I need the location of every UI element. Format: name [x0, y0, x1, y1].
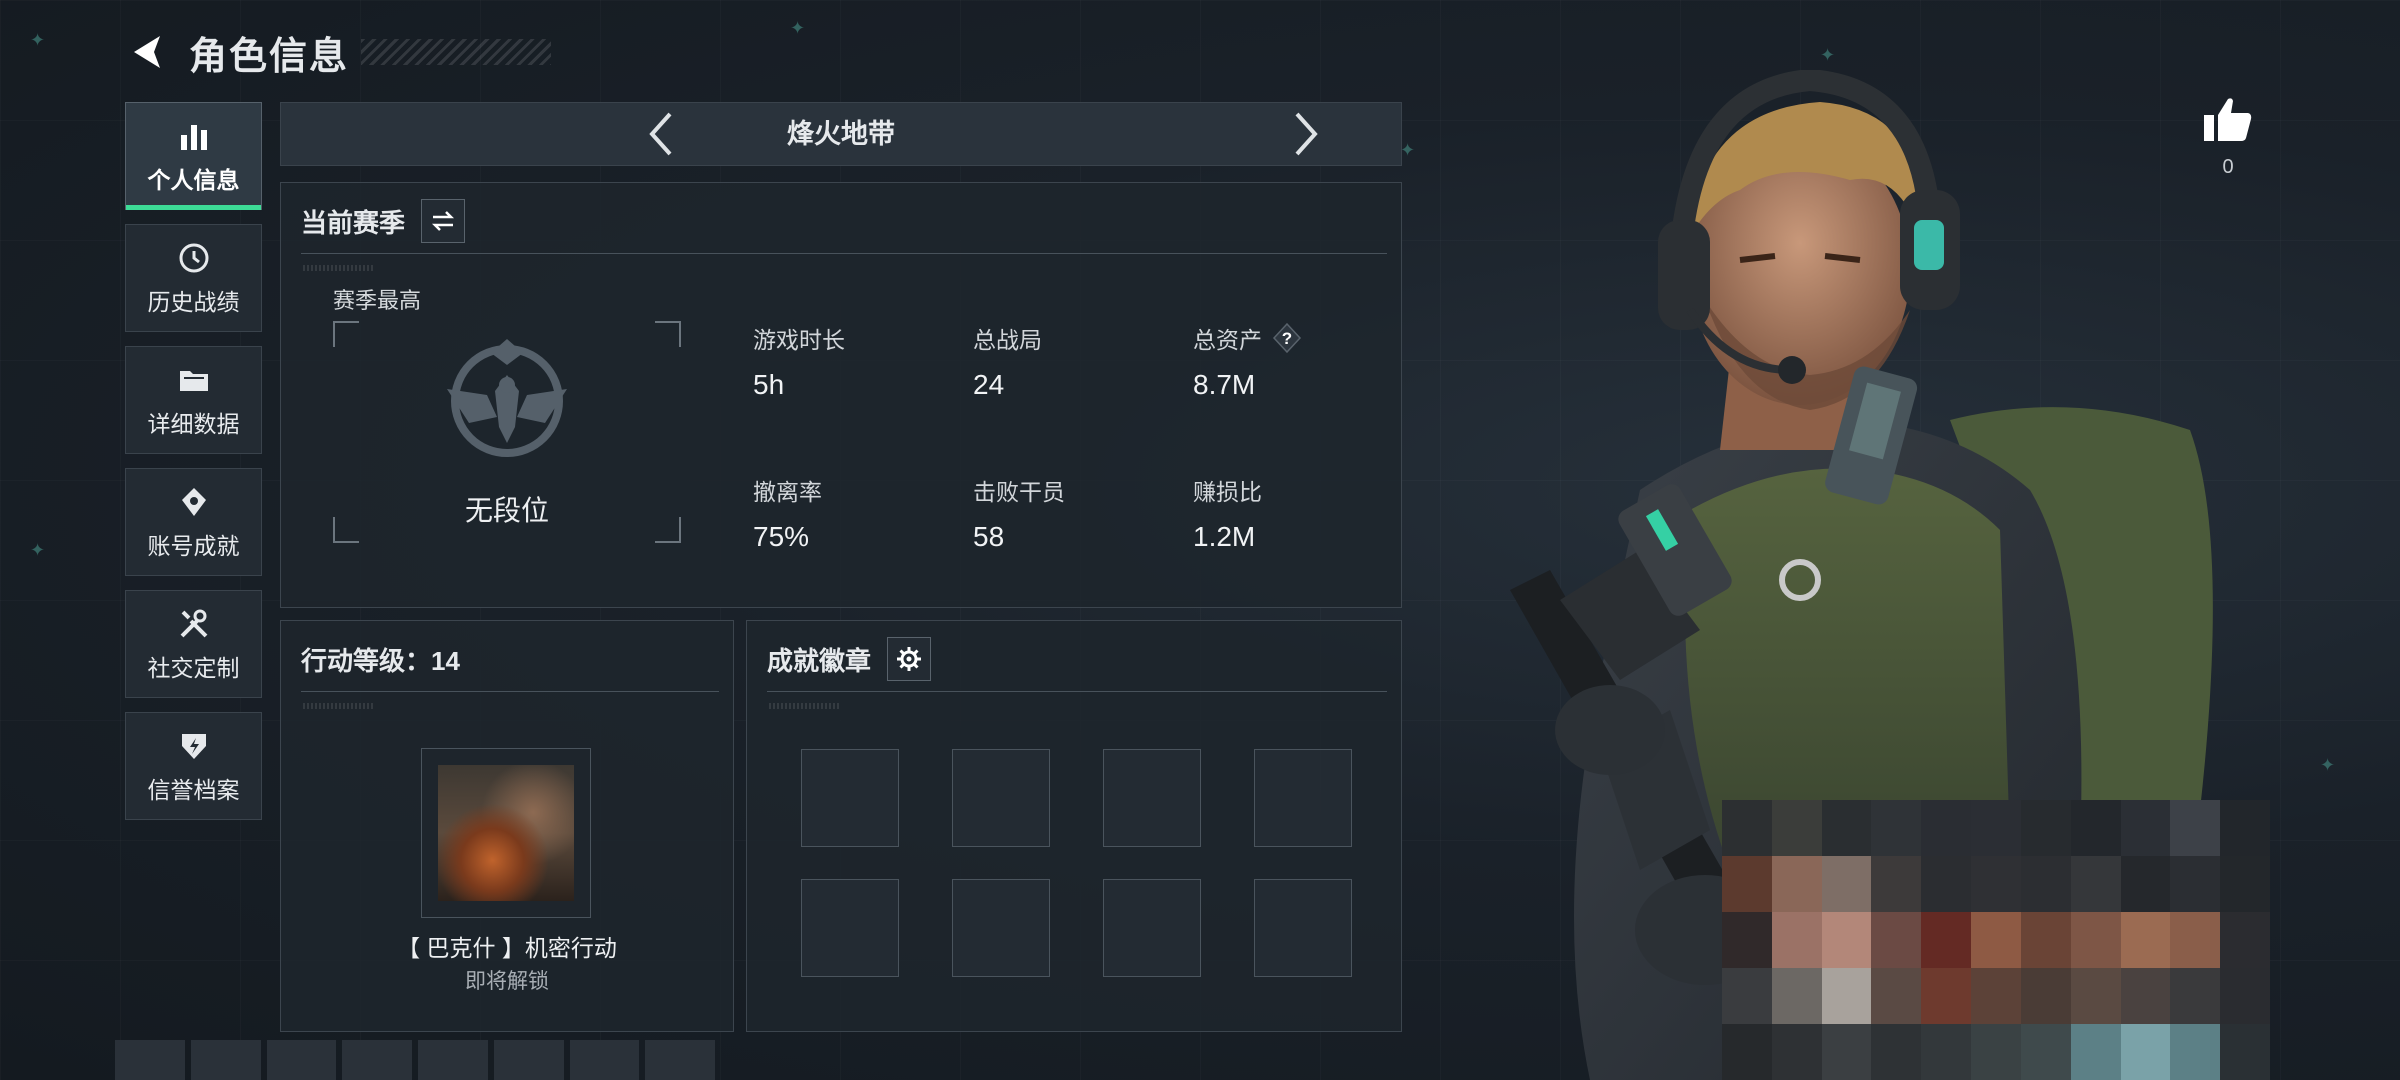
stat-value: 5h — [753, 369, 785, 400]
sparkle-decoration: ✦ — [1820, 45, 1836, 65]
sparkle-decoration: ✦ — [790, 18, 806, 38]
stat-value: 58 — [973, 521, 1005, 552]
pixelated-region — [1722, 800, 2270, 1080]
swap-icon — [431, 211, 455, 231]
divider — [301, 253, 1387, 254]
stat-extraction-rate: 撤离率 75% — [753, 473, 953, 553]
stat-label: 撤离率 — [753, 479, 822, 505]
mode-selector: 烽火地带 — [280, 102, 1402, 166]
back-button[interactable] — [125, 29, 171, 75]
frame-corner — [655, 321, 681, 347]
page-title: 角色信息 — [189, 35, 350, 78]
sidebar-item-label: 详细数据 — [147, 411, 240, 437]
stat-value: 75% — [753, 521, 810, 552]
badge-slot[interactable] — [801, 879, 899, 977]
chevron-left-icon — [649, 112, 672, 156]
operation-name: 【 巴克什 】机密行动 — [397, 935, 617, 961]
badge-settings-button[interactable] — [887, 637, 932, 681]
back-arrow-icon — [134, 36, 160, 68]
history-icon — [175, 239, 213, 277]
sidebar-item-social[interactable]: 社交定制 — [125, 590, 262, 698]
operation-thumbnail[interactable] — [421, 748, 591, 918]
stat-label: 总资产 — [1193, 327, 1262, 353]
sparkle-decoration: ✦ — [30, 30, 46, 50]
stat-label: 总战局 — [973, 327, 1042, 353]
badge-slot[interactable] — [801, 749, 899, 847]
badges-header: 成就徽章 — [767, 637, 932, 681]
frame-corner — [333, 321, 359, 347]
sidebar-item-personal-info[interactable]: 个人信息 — [125, 102, 262, 210]
sidebar-item-credit[interactable]: 信誉档案 — [125, 712, 262, 820]
achievement-icon — [175, 483, 213, 521]
mode-title: 烽火地带 — [787, 119, 895, 149]
sidebar-item-label: 历史战绩 — [147, 289, 240, 315]
stat-label: 击败干员 — [973, 479, 1065, 505]
bar-chart-icon — [175, 117, 213, 155]
sidebar-item-achievements[interactable]: 账号成就 — [125, 468, 262, 576]
sidebar-item-history[interactable]: 历史战绩 — [125, 224, 262, 332]
decorative-text — [303, 265, 373, 271]
operation-status: 即将解锁 — [465, 970, 549, 993]
sidebar: 个人信息 历史战绩 详细数据 账号成就 社交定制 信誉档案 — [125, 102, 262, 834]
badge-slot[interactable] — [952, 879, 1050, 977]
page-header: 角色信息 — [125, 22, 552, 82]
tools-icon — [175, 605, 213, 643]
pixelated-footer — [115, 1040, 715, 1080]
operation-image — [438, 765, 574, 901]
divider — [301, 691, 719, 692]
decorative-text — [303, 703, 373, 709]
sparkle-decoration: ✦ — [30, 540, 46, 560]
sidebar-item-label: 信誉档案 — [147, 777, 240, 803]
stat-total-matches: 总战局 24 — [973, 321, 1173, 401]
season-panel: 当前赛季 赛季最高 无段位 游戏时长 5h 总战局 24 总资产 ? 8.7M … — [280, 182, 1402, 608]
credit-icon — [175, 727, 213, 765]
operations-header: 行动等级：14 — [301, 637, 460, 681]
switch-season-button[interactable] — [421, 199, 466, 243]
operations-panel: 行动等级：14 【 巴克什 】机密行动 即将解锁 — [280, 620, 734, 1032]
season-heading: 当前赛季 — [301, 207, 406, 238]
sidebar-item-label: 账号成就 — [147, 533, 240, 559]
badge-slot[interactable] — [952, 749, 1050, 847]
sparkle-decoration: ✦ — [2320, 755, 2336, 775]
rank-emblem-icon — [447, 339, 567, 457]
thumbs-up-icon — [2204, 98, 2252, 141]
badge-slot[interactable] — [1103, 879, 1201, 977]
stat-label: 游戏时长 — [753, 327, 845, 353]
stat-playtime: 游戏时长 5h — [753, 321, 953, 401]
folder-icon — [175, 361, 213, 399]
help-icon[interactable]: ? — [1272, 323, 1302, 353]
sidebar-item-label: 个人信息 — [147, 167, 240, 193]
decorative-text — [769, 703, 839, 709]
badge-slot[interactable] — [1103, 749, 1201, 847]
rank-label: 无段位 — [464, 495, 549, 526]
operations-level: 行动等级：14 — [301, 645, 460, 676]
divider — [767, 691, 1387, 692]
like-count: 0 — [2222, 156, 2234, 178]
gear-icon — [897, 647, 922, 671]
title-decoration — [361, 39, 552, 65]
badges-panel: 成就徽章 — [746, 620, 1402, 1032]
help-mark: ? — [1282, 329, 1292, 348]
sidebar-item-details[interactable]: 详细数据 — [125, 346, 262, 454]
season-header: 当前赛季 — [301, 199, 466, 243]
badges-heading: 成就徽章 — [767, 645, 872, 676]
like-button[interactable]: 0 — [2196, 95, 2260, 179]
stat-value: 24 — [973, 369, 1005, 400]
stat-operators-defeated: 击败干员 58 — [973, 473, 1173, 553]
rank-display: 无段位 — [333, 321, 681, 543]
season-best-label: 赛季最高 — [333, 288, 422, 313]
previous-mode-button[interactable] — [636, 109, 686, 159]
sidebar-item-label: 社交定制 — [147, 655, 240, 681]
